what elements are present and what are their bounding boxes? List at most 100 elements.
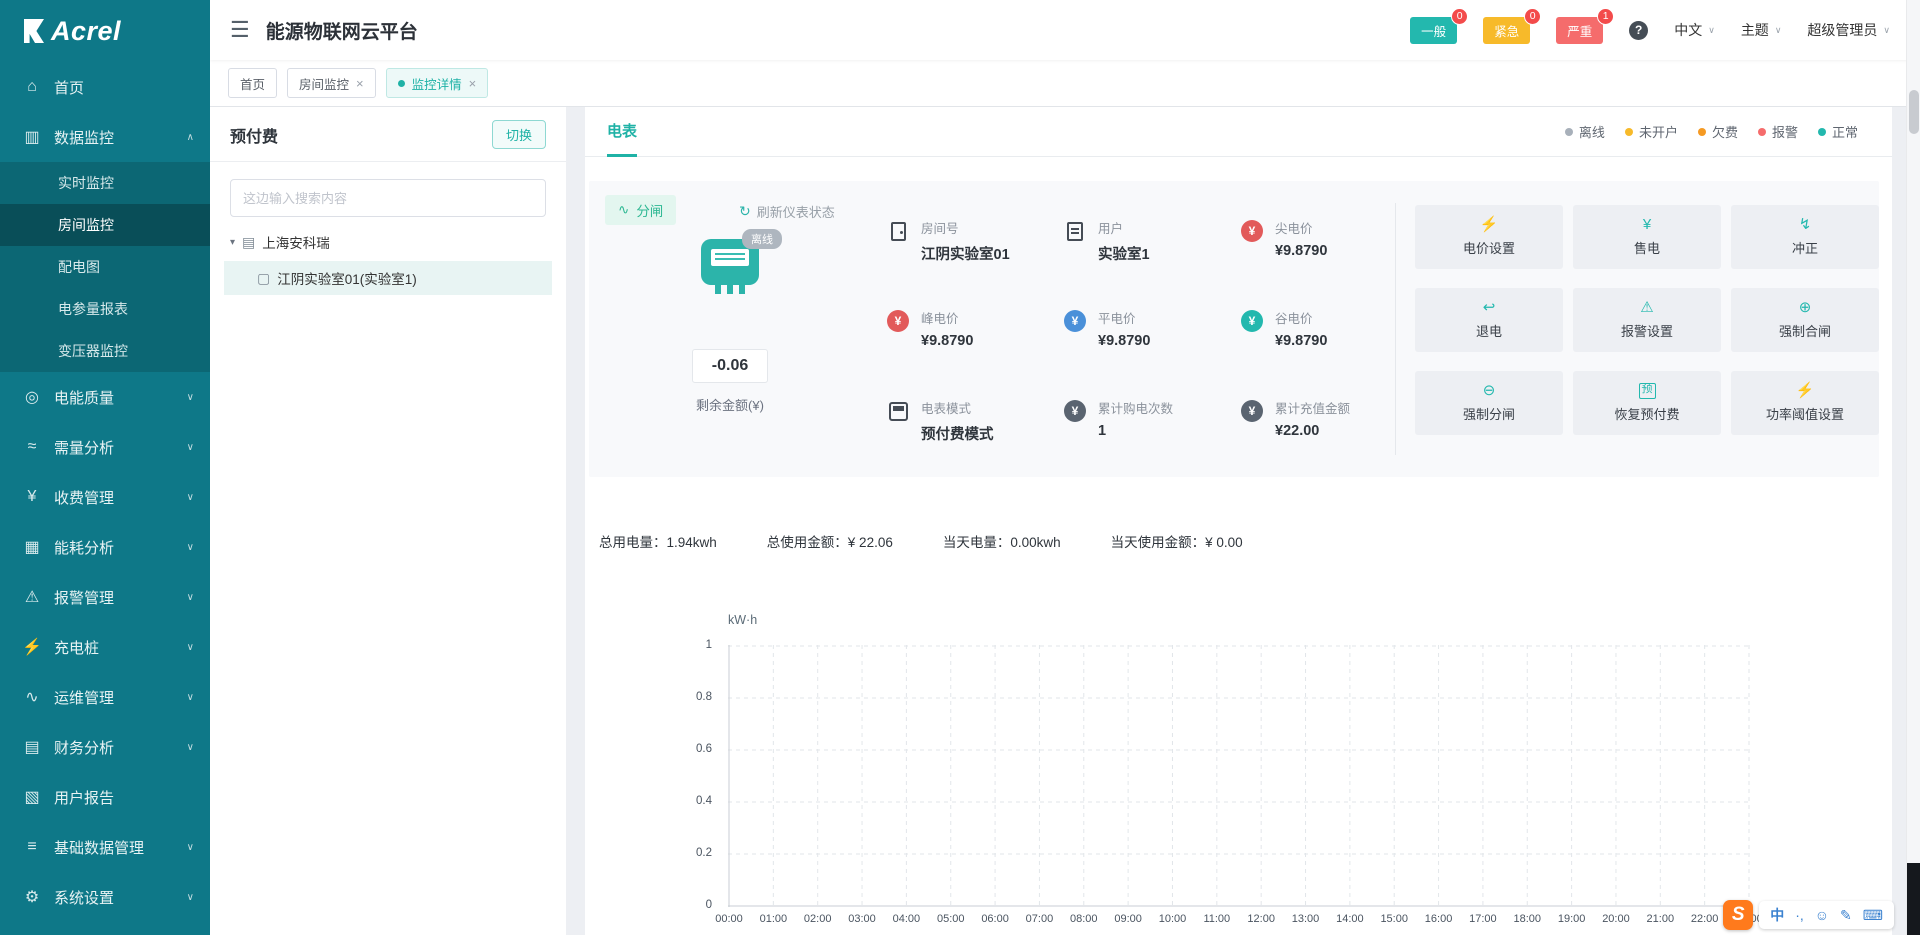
sell-power-button[interactable]: ¥ 售电 xyxy=(1573,205,1721,269)
help-icon[interactable]: ? xyxy=(1629,21,1648,40)
refund-power-button[interactable]: ↩ 退电 xyxy=(1415,288,1563,352)
wave-icon: ∿ xyxy=(618,202,629,218)
page-scrollbar[interactable] xyxy=(1906,0,1920,935)
ime-toolbar: 中 ·, ☺ ✎ ⌨ xyxy=(1759,901,1894,929)
tab-monitor-detail[interactable]: 监控详情 xyxy=(386,68,489,98)
ime-punctuation-icon[interactable]: ·, xyxy=(1795,908,1804,922)
sidebar-item-system-settings[interactable]: ⚙ 系统设置 xyxy=(0,872,210,922)
ime-language-icon[interactable]: 中 xyxy=(1770,908,1784,922)
restore-prepaid-button[interactable]: 预 恢复预付费 xyxy=(1573,371,1721,435)
scrollbar-thumb[interactable] xyxy=(1909,90,1919,134)
chevron-down-icon xyxy=(187,892,194,903)
prepaid-tree-panel: 预付费 切换 ▤ 上海安科瑞 ▢ 江阴实验室01(实验室1) xyxy=(210,107,566,935)
sidebar-item-demand-analysis[interactable]: ≈ 需量分析 xyxy=(0,422,210,472)
force-open-switch-button[interactable]: ⊖ 强制分闸 xyxy=(1415,371,1563,435)
sidebar-item-home[interactable]: ⌂ 首页 xyxy=(0,62,210,112)
chart-yticks: 00.20.40.60.81 xyxy=(680,645,720,907)
close-icon[interactable] xyxy=(469,77,477,90)
x-tick-label: 18:00 xyxy=(1513,913,1541,925)
language-dropdown[interactable]: 中文 xyxy=(1674,20,1715,40)
x-tick-label: 15:00 xyxy=(1380,913,1408,925)
info-label: 累计充值金额 xyxy=(1275,398,1350,417)
ime-pen-icon[interactable]: ✎ xyxy=(1840,908,1852,922)
sidebar-item-realtime-monitor[interactable]: 实时监控 xyxy=(0,162,210,204)
alarm-badge-label: 严重 xyxy=(1567,25,1592,39)
close-switch-icon: ⊕ xyxy=(1799,300,1812,316)
reversal-button[interactable]: ↯ 冲正 xyxy=(1731,205,1879,269)
legend-label: 正常 xyxy=(1832,122,1858,141)
collapse-sidebar-icon[interactable]: ☰ xyxy=(230,19,250,41)
energy-analysis-icon: ▦ xyxy=(22,537,42,557)
sidebar-item-user-report[interactable]: ▧ 用户报告 xyxy=(0,772,210,822)
legend-label: 未开户 xyxy=(1639,122,1678,141)
ime-keyboard-icon[interactable]: ⌨ xyxy=(1863,908,1883,922)
power-threshold-button[interactable]: ⚡ 功率阈值设置 xyxy=(1731,371,1879,435)
sidebar-item-operation-maintenance[interactable]: ∿ 运维管理 xyxy=(0,672,210,722)
sidebar-item-transformer-monitor[interactable]: 变压器监控 xyxy=(0,330,210,372)
switch-button[interactable]: 切换 xyxy=(492,120,546,149)
stat-label: 当天电量： xyxy=(943,535,1011,550)
stat-label: 当天使用金额： xyxy=(1111,535,1206,550)
user-dropdown[interactable]: 超级管理员 xyxy=(1807,20,1890,40)
alarm-badge-general[interactable]: 一般 0 xyxy=(1410,17,1457,44)
meter-actions-grid: ⚡ 电价设置 ¥ 售电 ↯ 冲正 ↩ 退电 xyxy=(1415,205,1879,435)
info-room-number: 房间号 江阴实验室01 xyxy=(885,218,1062,258)
stat-label: 总用电量： xyxy=(599,535,667,550)
action-label: 电价设置 xyxy=(1463,238,1515,257)
divider xyxy=(1395,203,1396,455)
switch-open-button[interactable]: ∿ 分闸 xyxy=(605,195,676,225)
x-tick-label: 10:00 xyxy=(1159,913,1187,925)
alarm-badge-label: 紧急 xyxy=(1494,25,1519,39)
alarm-bell-icon: ⚠ xyxy=(22,587,42,607)
sidebar-item-alarm-management[interactable]: ⚠ 报警管理 xyxy=(0,572,210,622)
price-setting-button[interactable]: ⚡ 电价设置 xyxy=(1415,205,1563,269)
sidebar-item-data-monitor[interactable]: ▥ 数据监控 xyxy=(0,112,210,162)
stat-value: ¥ 0.00 xyxy=(1205,535,1243,550)
sidebar-item-fee-management[interactable]: ¥ 收费管理 xyxy=(0,472,210,522)
search-input[interactable] xyxy=(230,179,546,217)
sidebar-item-power-parameter-report[interactable]: 电参量报表 xyxy=(0,288,210,330)
tree-node-company[interactable]: ▤ 上海安科瑞 xyxy=(210,225,566,259)
tree-expand-icon[interactable] xyxy=(230,237,235,248)
refresh-meter-status-button[interactable]: ↻ 刷新仪表状态 xyxy=(739,202,835,221)
tree-node-room-selected[interactable]: ▢ 江阴实验室01(实验室1) xyxy=(224,261,552,295)
chevron-down-icon xyxy=(187,692,194,703)
x-tick-label: 17:00 xyxy=(1469,913,1497,925)
coin-dark-icon xyxy=(1239,398,1265,424)
sidebar-item-distribution-diagram[interactable]: 配电图 xyxy=(0,246,210,288)
force-close-switch-button[interactable]: ⊕ 强制合闸 xyxy=(1731,288,1879,352)
page-title: 能源物联网云平台 xyxy=(266,17,418,44)
alarm-setting-button[interactable]: ⚠ 报警设置 xyxy=(1573,288,1721,352)
tab-meter[interactable]: 电表 xyxy=(607,107,637,157)
offline-dot-icon xyxy=(1565,128,1573,136)
active-dot-icon xyxy=(398,80,405,87)
sidebar-item-financial-analysis[interactable]: ▤ 财务分析 xyxy=(0,722,210,772)
app-root: Acrel ⌂ 首页 ▥ 数据监控 实时监控 房间监控 配电图 电参量报表 变压… xyxy=(0,0,1920,935)
sidebar-item-room-monitor[interactable]: 房间监控 xyxy=(0,204,210,246)
y-tick-label: 0.2 xyxy=(696,847,712,859)
close-icon[interactable] xyxy=(356,77,364,90)
x-tick-label: 04:00 xyxy=(893,913,921,925)
refresh-label: 刷新仪表状态 xyxy=(757,202,835,221)
legend-label: 欠费 xyxy=(1712,122,1738,141)
sidebar-item-energy-analysis[interactable]: ▦ 能耗分析 xyxy=(0,522,210,572)
theme-dropdown[interactable]: 主题 xyxy=(1741,20,1782,40)
sidebar-item-power-quality[interactable]: ◎ 电能质量 xyxy=(0,372,210,422)
sogou-logo-icon[interactable]: S xyxy=(1723,900,1753,930)
x-tick-label: 05:00 xyxy=(937,913,965,925)
action-label: 售电 xyxy=(1634,238,1660,257)
ime-emoji-icon[interactable]: ☺ xyxy=(1815,908,1829,922)
sidebar-item-charging-pile[interactable]: ⚡ 充电桩 xyxy=(0,622,210,672)
info-value: ¥9.8790 xyxy=(1098,333,1150,349)
info-valley-price: 谷电价 ¥9.8790 xyxy=(1239,308,1419,348)
tab-home[interactable]: 首页 xyxy=(228,68,277,98)
action-label: 冲正 xyxy=(1792,238,1818,257)
sidebar-item-basic-data[interactable]: ≡ 基础数据管理 xyxy=(0,822,210,872)
action-label: 强制分闸 xyxy=(1463,404,1515,423)
tab-room-monitor[interactable]: 房间监控 xyxy=(287,68,376,98)
alarm-badge-severe[interactable]: 严重 1 xyxy=(1556,17,1603,44)
info-label: 累计购电次数 xyxy=(1098,398,1173,417)
alarm-badge-urgent[interactable]: 紧急 0 xyxy=(1483,17,1530,44)
legend-offline: 离线 xyxy=(1565,122,1605,141)
operation-maintenance-icon: ∿ xyxy=(22,687,42,707)
